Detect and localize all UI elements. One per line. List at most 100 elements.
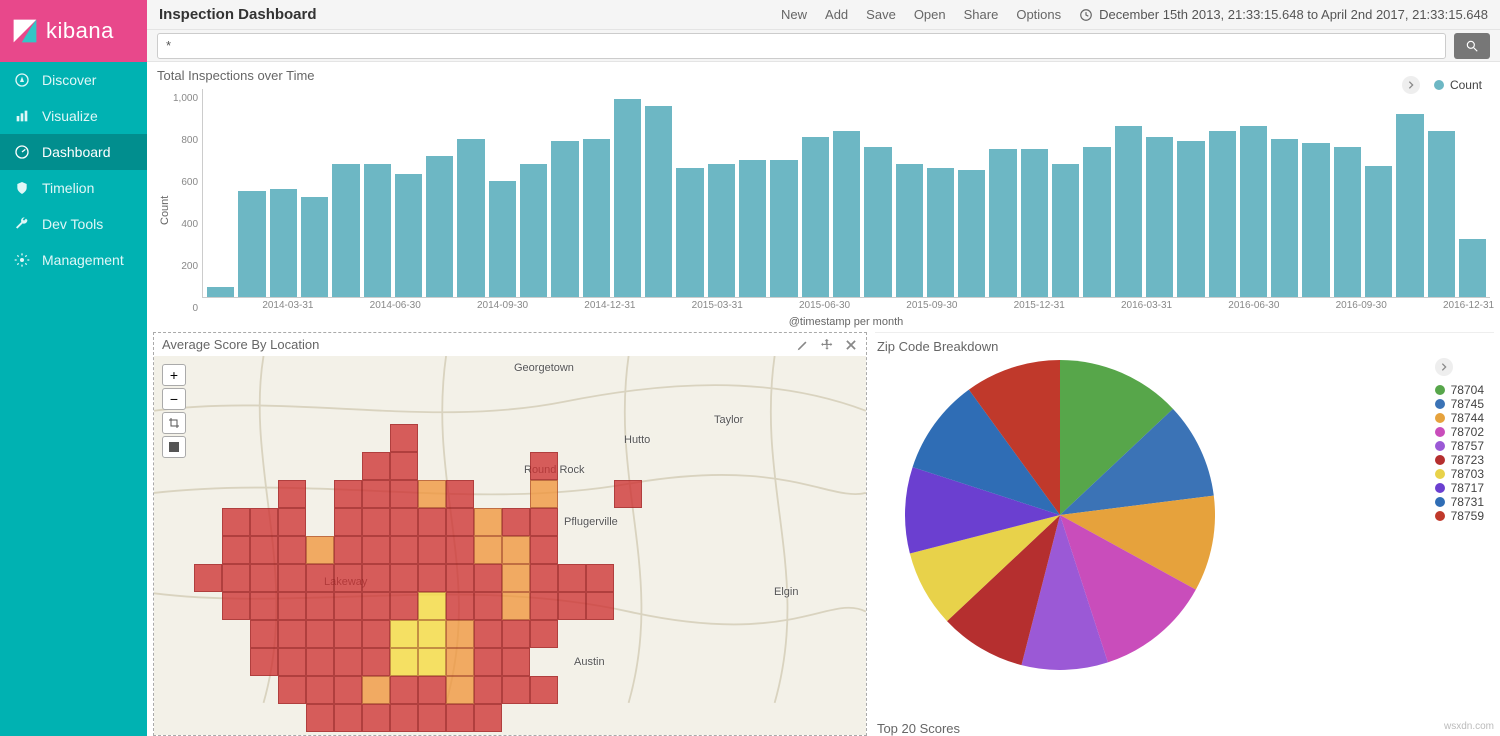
sidebar-item-dashboard[interactable]: Dashboard	[0, 134, 147, 170]
bar[interactable]	[1459, 239, 1486, 297]
bar[interactable]	[364, 164, 391, 297]
bar[interactable]	[927, 168, 954, 297]
sidebar-item-label: Dev Tools	[42, 216, 103, 232]
legend-label: 78717	[1451, 481, 1484, 495]
legend-item[interactable]: 78723	[1435, 453, 1484, 467]
bar[interactable]	[1083, 147, 1110, 297]
legend-item[interactable]: 78759	[1435, 509, 1484, 523]
topbar-share[interactable]: Share	[964, 7, 999, 22]
search-input[interactable]	[157, 33, 1446, 59]
legend-item[interactable]: 78757	[1435, 439, 1484, 453]
kibana-logo-icon	[12, 18, 38, 44]
bar[interactable]	[551, 141, 578, 297]
bar[interactable]	[583, 139, 610, 297]
legend-collapse-button[interactable]	[1402, 76, 1420, 94]
move-icon[interactable]	[820, 338, 834, 352]
bar[interactable]	[520, 164, 547, 297]
bar[interactable]	[489, 181, 516, 297]
bar[interactable]	[426, 156, 453, 297]
legend-item[interactable]: 78717	[1435, 481, 1484, 495]
bar[interactable]	[802, 137, 829, 297]
sidebar-item-devtools[interactable]: Dev Tools	[0, 206, 147, 242]
bar[interactable]	[708, 164, 735, 297]
sidebar-item-discover[interactable]: Discover	[0, 62, 147, 98]
legend-item[interactable]: 78704	[1435, 383, 1484, 397]
bar[interactable]	[1365, 166, 1392, 297]
legend-label: 78745	[1451, 397, 1484, 411]
legend-item[interactable]: Count	[1434, 78, 1482, 92]
bar[interactable]	[989, 149, 1016, 297]
bar[interactable]	[614, 99, 641, 297]
bar-chart-area[interactable]	[202, 89, 1490, 298]
search-bar	[147, 30, 1500, 62]
topbar-add[interactable]: Add	[825, 7, 848, 22]
bar[interactable]	[238, 191, 265, 297]
legend-item[interactable]: 78703	[1435, 467, 1484, 481]
bar[interactable]	[1146, 137, 1173, 297]
bar[interactable]	[896, 164, 923, 297]
bar[interactable]	[1428, 131, 1455, 297]
map-canvas[interactable]: + − Georgetown Round Rock Pflugerville H…	[154, 356, 866, 735]
topbar-options[interactable]: Options	[1016, 7, 1061, 22]
bar[interactable]	[1115, 126, 1142, 297]
gear-icon	[14, 252, 30, 268]
topbar-save[interactable]: Save	[866, 7, 896, 22]
zoom-out-button[interactable]: −	[162, 388, 186, 410]
legend-item[interactable]: 78702	[1435, 425, 1484, 439]
bar[interactable]	[395, 174, 422, 297]
bar[interactable]	[1240, 126, 1267, 297]
bar[interactable]	[1302, 143, 1329, 297]
bar[interactable]	[457, 139, 484, 297]
sidebar-item-timelion[interactable]: Timelion	[0, 170, 147, 206]
legend-collapse-button[interactable]	[1435, 358, 1453, 376]
bar[interactable]	[645, 106, 672, 297]
legend-label: 78744	[1451, 411, 1484, 425]
search-button[interactable]	[1454, 33, 1490, 59]
bar-chart-icon	[14, 108, 30, 124]
legend-item[interactable]: 78745	[1435, 397, 1484, 411]
bar[interactable]	[1271, 139, 1298, 297]
legend-item[interactable]: 78744	[1435, 411, 1484, 425]
bar[interactable]	[833, 131, 860, 297]
bar[interactable]	[770, 160, 797, 297]
legend-swatch	[1435, 497, 1445, 507]
sidebar-item-visualize[interactable]: Visualize	[0, 98, 147, 134]
bar[interactable]	[1209, 131, 1236, 297]
legend-swatch	[1435, 511, 1445, 521]
bar[interactable]	[958, 170, 985, 297]
bar[interactable]	[301, 197, 328, 297]
map-label: Georgetown	[514, 362, 574, 374]
zoom-in-button[interactable]: +	[162, 364, 186, 386]
box-select-button[interactable]	[162, 436, 186, 458]
fit-bounds-button[interactable]	[162, 412, 186, 434]
pie-chart[interactable]	[905, 360, 1215, 670]
sidebar-item-management[interactable]: Management	[0, 242, 147, 278]
bar[interactable]	[676, 168, 703, 297]
legend-swatch	[1435, 427, 1445, 437]
bar[interactable]	[207, 287, 234, 297]
bar[interactable]	[1334, 147, 1361, 297]
bar[interactable]	[1177, 141, 1204, 297]
panel-avg-score-location: Average Score By Location	[153, 332, 867, 736]
legend-swatch	[1435, 455, 1445, 465]
bar[interactable]	[1052, 164, 1079, 297]
bar[interactable]	[270, 189, 297, 297]
legend-label: Count	[1450, 78, 1482, 92]
pencil-icon[interactable]	[796, 338, 810, 352]
topbar-open[interactable]: Open	[914, 7, 946, 22]
bar[interactable]	[739, 160, 766, 297]
legend-swatch	[1435, 385, 1445, 395]
bar[interactable]	[1396, 114, 1423, 297]
legend-item[interactable]: 78731	[1435, 495, 1484, 509]
bar[interactable]	[332, 164, 359, 297]
bar[interactable]	[864, 147, 891, 297]
time-picker[interactable]: December 15th 2013, 21:33:15.648 to Apri…	[1079, 7, 1488, 22]
close-icon[interactable]	[844, 338, 858, 352]
crop-icon	[168, 417, 180, 429]
panel-zip-breakdown: Zip Code Breakdown 787047874578744787027…	[875, 332, 1494, 736]
pie-legend: 7870478745787447870278757787237870378717…	[1435, 358, 1484, 523]
bar[interactable]	[1021, 149, 1048, 297]
topbar: Inspection Dashboard New Add Save Open S…	[147, 0, 1500, 30]
topbar-new[interactable]: New	[781, 7, 807, 22]
chevron-right-icon	[1439, 362, 1449, 372]
